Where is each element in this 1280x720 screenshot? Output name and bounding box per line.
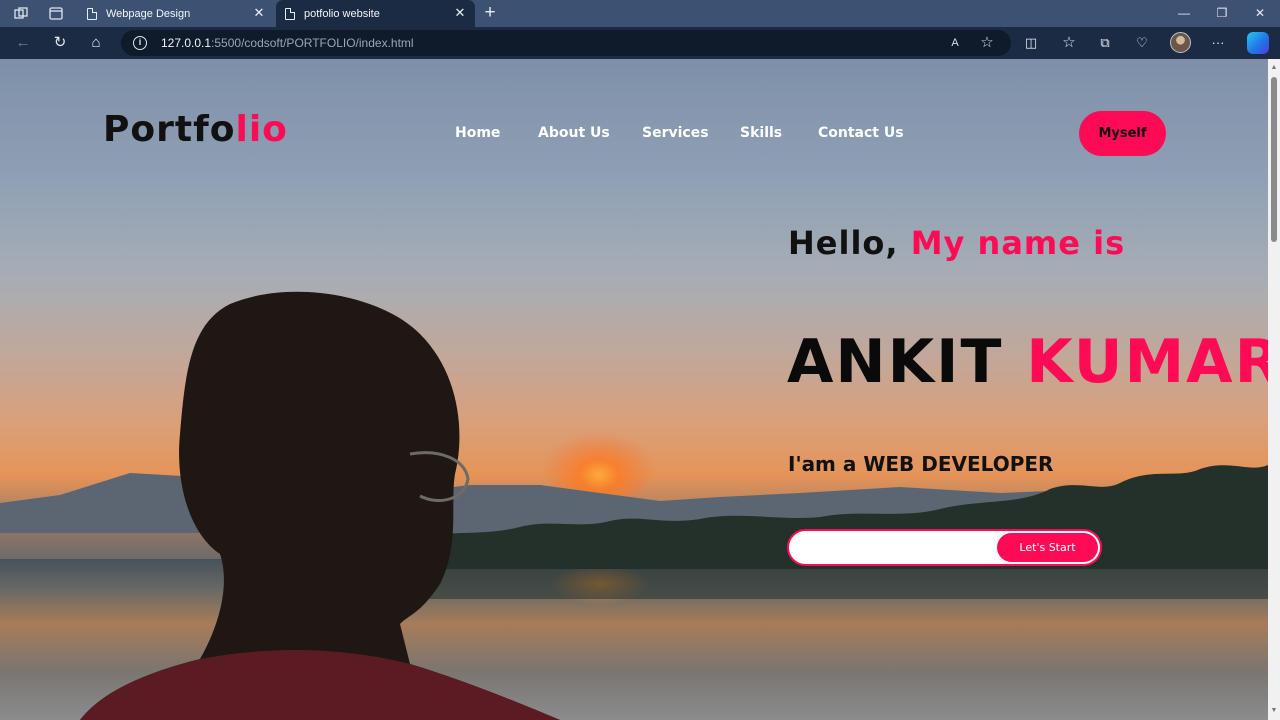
site-info-icon[interactable]: i: [133, 36, 147, 50]
hero-name: ANKIT KUMAR: [787, 327, 1268, 397]
read-aloud-icon[interactable]: A: [946, 35, 964, 51]
page-scrollbar[interactable]: ▲ ▼: [1268, 59, 1280, 720]
favorite-star-icon[interactable]: ☆: [978, 35, 996, 51]
tab-portfolio-website[interactable]: potfolio website ✕: [276, 0, 475, 27]
close-tab-icon[interactable]: ✕: [252, 6, 266, 20]
more-menu-icon[interactable]: ···: [1207, 33, 1229, 53]
myself-button[interactable]: Myself: [1079, 111, 1166, 156]
browser-toolbar: ← ↻ ⌂ i 127.0.0.1:5500/codsoft/PORTFOLIO…: [0, 27, 1280, 59]
minimize-button[interactable]: —: [1166, 4, 1202, 22]
refresh-icon[interactable]: ↻: [49, 33, 71, 53]
tab-webpage-design[interactable]: Webpage Design ✕: [78, 0, 274, 27]
split-screen-icon[interactable]: ◫: [1020, 33, 1042, 53]
new-tab-button[interactable]: +: [480, 3, 500, 23]
hero-greeting: Hello, My name is: [788, 224, 1126, 262]
main-nav: Home About Us Services Skills Contact Us: [0, 125, 1268, 145]
hero-role: I'am a WEB DEVELOPER: [788, 452, 1054, 476]
nav-about-us[interactable]: About Us: [538, 125, 610, 141]
cta-form: Let's Start: [787, 529, 1102, 566]
address-bar[interactable]: i 127.0.0.1:5500/codsoft/PORTFOLIO/index…: [121, 30, 1011, 56]
home-icon[interactable]: ⌂: [85, 33, 107, 53]
copilot-icon[interactable]: [1247, 32, 1269, 54]
tab-title: Webpage Design: [106, 7, 191, 20]
url-text[interactable]: 127.0.0.1:5500/codsoft/PORTFOLIO/index.h…: [161, 36, 414, 50]
cta-input[interactable]: [803, 537, 993, 559]
favorites-icon[interactable]: ☆: [1058, 33, 1080, 53]
restore-button[interactable]: ❐: [1204, 4, 1240, 22]
close-window-button[interactable]: ✕: [1242, 4, 1278, 22]
tab-actions-icon[interactable]: [47, 5, 65, 22]
scrollbar-thumb[interactable]: [1271, 77, 1277, 242]
nav-home[interactable]: Home: [455, 125, 500, 141]
nav-contact-us[interactable]: Contact Us: [818, 125, 904, 141]
browser-essentials-icon[interactable]: ♡: [1131, 33, 1153, 53]
close-tab-icon[interactable]: ✕: [453, 6, 467, 20]
workspaces-icon[interactable]: [12, 5, 30, 22]
scroll-down-arrow-icon[interactable]: ▼: [1268, 704, 1280, 718]
collections-icon[interactable]: ⧉: [1094, 33, 1116, 53]
lets-start-button[interactable]: Let's Start: [997, 533, 1098, 562]
back-arrow-icon[interactable]: ←: [12, 33, 34, 53]
person-photo-silhouette: [80, 291, 560, 720]
nav-skills[interactable]: Skills: [740, 125, 782, 141]
page-icon: [87, 7, 97, 20]
nav-services[interactable]: Services: [642, 125, 709, 141]
scroll-up-arrow-icon[interactable]: ▲: [1268, 61, 1280, 75]
page-viewport: Portfolio Home About Us Services Skills …: [0, 59, 1268, 720]
browser-tab-bar: Webpage Design ✕ potfolio website ✕ + — …: [0, 0, 1280, 27]
tab-title: potfolio website: [304, 7, 380, 20]
page-icon: [285, 7, 295, 20]
profile-avatar[interactable]: [1170, 32, 1191, 53]
